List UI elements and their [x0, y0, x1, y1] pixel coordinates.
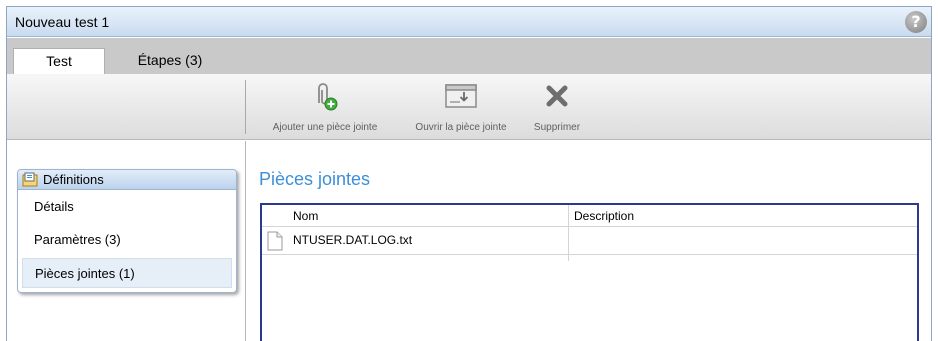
tab-test[interactable]: Test — [13, 48, 105, 74]
definitions-title: Définitions — [43, 172, 104, 187]
window-title: Nouveau test 1 — [15, 14, 110, 30]
tab-steps[interactable]: Étapes (3) — [111, 48, 229, 74]
open-attachment-label: Ouvrir la pièce jointe — [415, 122, 507, 133]
open-attachment-button[interactable]: Ouvrir la pièce jointe — [397, 80, 525, 133]
column-header-name[interactable]: Nom — [293, 209, 318, 223]
column-header-description[interactable]: Description — [574, 209, 634, 223]
definitions-header[interactable]: Définitions — [18, 170, 236, 190]
attachment-name: NTUSER.DAT.LOG.txt — [293, 233, 413, 247]
test-window: Nouveau test 1 ? Test Étapes (3) Ajouter… — [6, 6, 932, 341]
sidebar-item-attachments[interactable]: Pièces jointes (1) — [22, 258, 232, 288]
toolbar: Ajouter une pièce jointe Ouvrir la pièce… — [7, 74, 931, 140]
attach-add-icon — [318, 83, 338, 111]
attachments-table: Nom Description NTUSER.DAT.LOG.txt — [260, 203, 919, 341]
definitions-panel: Définitions Détails Paramètres (3) Pièce… — [17, 169, 237, 293]
sidebar-item-details[interactable]: Détails — [22, 192, 232, 222]
page-title: Pièces jointes — [259, 169, 371, 189]
open-attachment-icon — [445, 84, 477, 108]
delete-label: Supprimer — [533, 122, 581, 133]
delete-button[interactable]: Supprimer — [524, 80, 590, 133]
table-header: Nom Description — [262, 205, 917, 227]
sidebar: Définitions Détails Paramètres (3) Pièce… — [7, 141, 246, 341]
tab-bar: Test Étapes (3) — [7, 38, 931, 74]
file-icon — [267, 231, 283, 251]
help-icon[interactable]: ? — [905, 11, 927, 33]
add-attachment-label: Ajouter une pièce jointe — [272, 122, 378, 133]
delete-icon — [546, 85, 568, 107]
add-attachment-button[interactable]: Ajouter une pièce jointe — [252, 80, 398, 133]
main-panel: Pièces jointes Nom Description NTUSER.DA… — [247, 141, 931, 341]
toolbar-separator — [245, 80, 246, 134]
table-row[interactable]: NTUSER.DAT.LOG.txt — [262, 227, 917, 255]
definitions-icon — [22, 172, 38, 187]
title-bar: Nouveau test 1 ? — [7, 7, 931, 37]
sidebar-item-parameters[interactable]: Paramètres (3) — [22, 225, 232, 255]
